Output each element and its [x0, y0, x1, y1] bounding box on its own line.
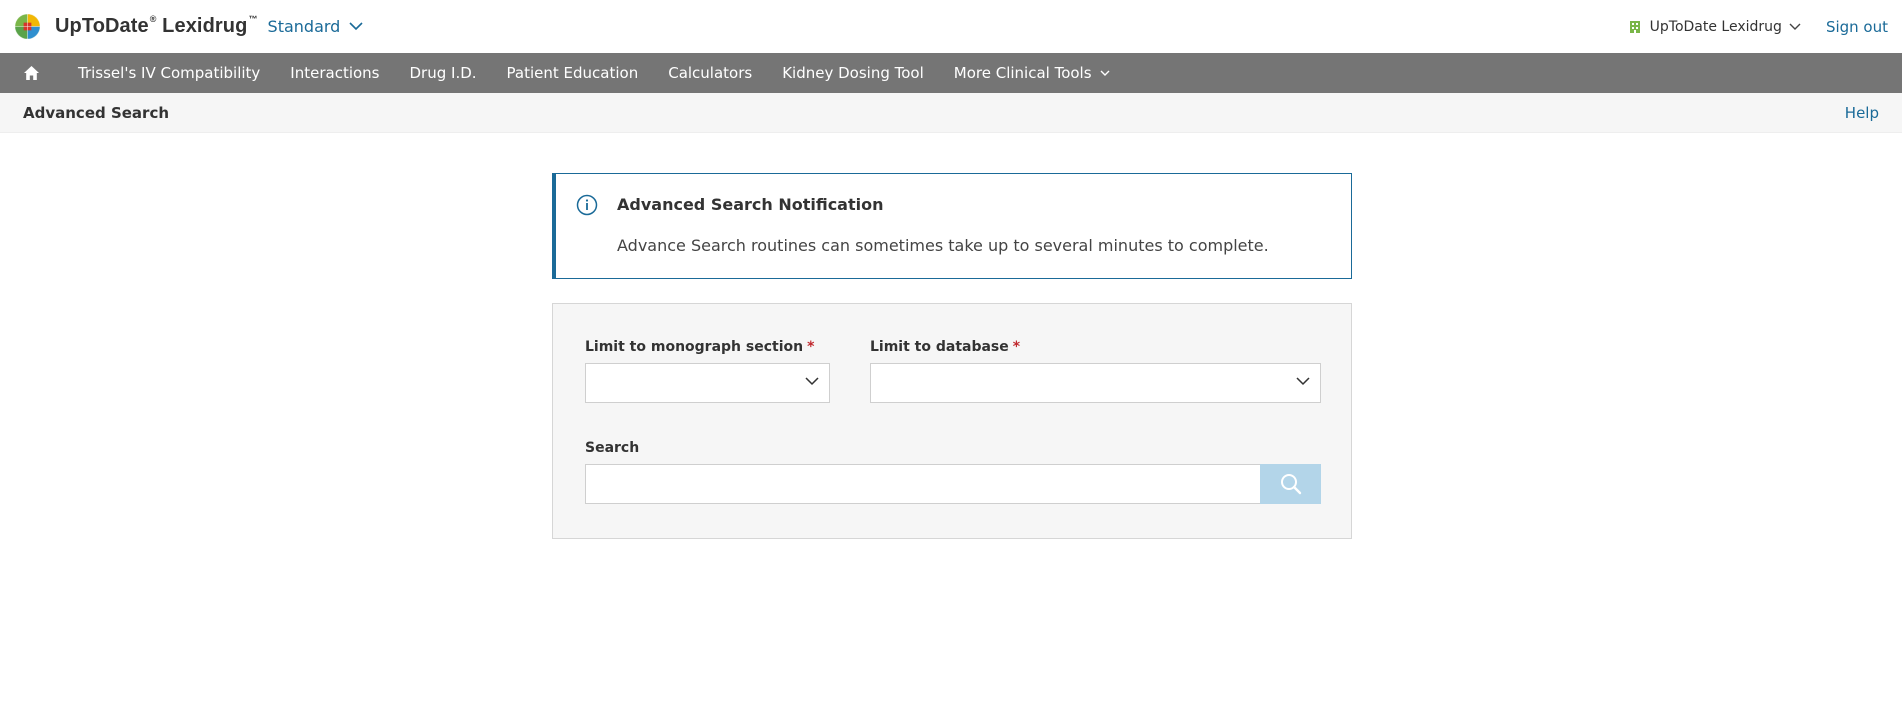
- chevron-down-icon: [1100, 70, 1110, 76]
- home-button[interactable]: [0, 53, 63, 93]
- chevron-down-icon: [349, 22, 363, 31]
- sign-out-link[interactable]: Sign out: [1826, 18, 1888, 36]
- help-link[interactable]: Help: [1845, 104, 1879, 122]
- nav-item-patient-education[interactable]: Patient Education: [492, 53, 654, 93]
- edition-selector[interactable]: Standard: [268, 17, 364, 36]
- nav-item-drug-id[interactable]: Drug I.D.: [395, 53, 492, 93]
- page-title: Advanced Search: [23, 103, 170, 122]
- monograph-section-label: Limit to monograph section *: [585, 339, 815, 355]
- main-nav: Trissel's IV Compatibility Interactions …: [0, 53, 1902, 93]
- search-button[interactable]: [1260, 464, 1321, 504]
- brand: UpToDate® Lexidrug™ Standard: [14, 13, 363, 40]
- home-icon: [24, 66, 39, 80]
- account-label: UpToDate Lexidrug: [1649, 18, 1782, 35]
- search-icon: [1280, 474, 1301, 495]
- monograph-section-select[interactable]: [585, 363, 830, 403]
- uptodate-logo-icon[interactable]: [14, 13, 41, 40]
- nav-item-interactions[interactable]: Interactions: [275, 53, 394, 93]
- page-header: Advanced Search Help: [0, 93, 1902, 133]
- notification-body: Advance Search routines can sometimes ta…: [617, 236, 1269, 255]
- database-label: Limit to database *: [870, 339, 1021, 355]
- account-menu[interactable]: UpToDate Lexidrug: [1629, 19, 1801, 35]
- required-marker: *: [1012, 339, 1021, 355]
- search-label: Search: [585, 440, 640, 456]
- info-icon: [576, 194, 598, 216]
- nav-item-kidney-dosing-tool[interactable]: Kidney Dosing Tool: [767, 53, 939, 93]
- nav-item-calculators[interactable]: Calculators: [653, 53, 767, 93]
- notification-title: Advanced Search Notification: [617, 195, 884, 214]
- nav-item-more-clinical-tools[interactable]: More Clinical Tools: [939, 53, 1125, 93]
- building-icon: [1629, 20, 1640, 33]
- app-header: UpToDate® Lexidrug™ Standard UpToDate Le…: [0, 0, 1902, 53]
- advanced-search-notification: Advanced Search Notification Advance Sea…: [552, 173, 1352, 279]
- chevron-down-icon: [1789, 23, 1801, 30]
- required-marker: *: [807, 339, 815, 355]
- product-title: UpToDate® Lexidrug™: [55, 14, 258, 37]
- chevron-down-icon: [1296, 377, 1310, 386]
- edition-label: Standard: [267, 17, 341, 36]
- search-input[interactable]: [585, 464, 1262, 504]
- database-select[interactable]: [870, 363, 1321, 403]
- chevron-down-icon: [805, 377, 819, 386]
- nav-item-trissels-iv-compatibility[interactable]: Trissel's IV Compatibility: [63, 53, 275, 93]
- header-right: UpToDate Lexidrug Sign out: [1629, 18, 1888, 36]
- advanced-search-form: Limit to monograph section * Limit to dat…: [552, 303, 1352, 539]
